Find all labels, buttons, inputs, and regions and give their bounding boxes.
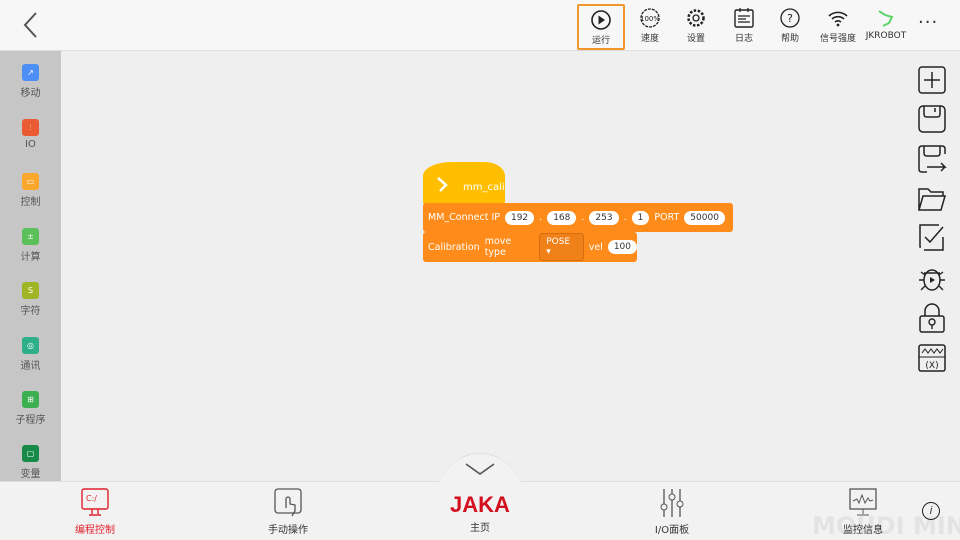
category-move[interactable]: ↗ 移动 <box>0 64 61 99</box>
category-io[interactable]: ⫶ IO <box>0 119 61 150</box>
category-subprogram[interactable]: ⊞ 子程序 <box>0 391 61 426</box>
mm-connect-block[interactable]: MM_Connect IP 192. 168. 253. 1 PORT 5000… <box>423 203 733 232</box>
collapse-tab[interactable] <box>438 453 522 495</box>
top-toolbar: 运行 100% 速度 设置 日志 ? 帮助 信号强度 JKROBOT ··· <box>0 0 960 51</box>
save-as-icon[interactable] <box>917 144 947 174</box>
loop-icon: ▭ <box>22 173 39 190</box>
info-button[interactable]: i <box>922 502 940 520</box>
check-icon[interactable] <box>917 223 947 253</box>
block-category-sidebar: ↗ 移动 ⫶ IO ▭ 控制 ± 计算 S 字符 ◎ 通讯 ⊞ 子程序 ▢ 变量 <box>0 51 61 481</box>
log-icon <box>734 8 754 28</box>
sliders-icon: ⫶ <box>22 119 39 136</box>
help-icon: ? <box>780 8 800 28</box>
calculator-icon: ± <box>22 228 39 245</box>
add-icon[interactable] <box>917 65 947 95</box>
category-control[interactable]: ▭ 控制 <box>0 173 61 208</box>
more-menu-button[interactable]: ··· <box>918 12 938 33</box>
hat-block[interactable]: mm_cali <box>423 162 505 205</box>
category-communication[interactable]: ◎ 通讯 <box>0 337 61 372</box>
port-input[interactable]: 50000 <box>684 210 725 225</box>
variable-monitor-icon[interactable]: (X) <box>917 343 947 373</box>
io-sliders-icon <box>660 489 684 517</box>
save-icon[interactable] <box>917 104 947 134</box>
nav-io-panel[interactable]: I/O面板 <box>617 488 727 536</box>
move-icon: ↗ <box>22 64 39 81</box>
ip-octet-1[interactable]: 192 <box>504 210 535 225</box>
nav-home[interactable]: JAKA 主页 <box>425 492 535 534</box>
chevron-down-icon <box>465 463 495 475</box>
calibration-block[interactable]: Calibration move type POSE ▾ vel 100 <box>423 232 637 262</box>
category-string[interactable]: S 字符 <box>0 282 61 317</box>
move-type-dropdown[interactable]: POSE ▾ <box>539 233 584 261</box>
computer-screen-icon: C:/ <box>81 488 109 516</box>
speed-button[interactable]: 100% 速度 <box>626 4 674 50</box>
run-button[interactable]: 运行 <box>577 4 625 50</box>
svg-text:C:/: C:/ <box>86 494 97 503</box>
ip-octet-4[interactable]: 1 <box>631 210 650 225</box>
nav-programming[interactable]: C:/编程控制 <box>40 488 150 536</box>
help-button[interactable]: ? 帮助 <box>766 4 814 50</box>
play-icon <box>591 10 611 30</box>
settings-button[interactable]: 设置 <box>672 4 720 50</box>
globe-icon: ◎ <box>22 337 39 354</box>
svg-text:?: ? <box>787 12 793 25</box>
gear-icon <box>687 9 705 27</box>
speed-icon: 100% <box>640 8 660 28</box>
wifi-icon <box>828 11 848 27</box>
category-variable[interactable]: ▢ 变量 <box>0 445 61 480</box>
svg-text:(X): (X) <box>925 361 938 371</box>
open-folder-icon[interactable] <box>917 184 947 214</box>
nav-manual-operation[interactable]: 手动操作 <box>233 488 343 536</box>
robot-button[interactable]: JKROBOT <box>862 4 910 50</box>
variable-icon: ▢ <box>22 445 39 462</box>
svg-text:100%: 100% <box>640 15 660 23</box>
jaka-logo: JAKA <box>450 492 510 517</box>
ip-octet-2[interactable]: 168 <box>547 210 577 225</box>
debug-icon[interactable] <box>917 263 947 293</box>
ip-octet-3[interactable]: 253 <box>589 210 619 225</box>
string-icon: S <box>22 282 39 299</box>
robot-arm-icon <box>878 10 894 27</box>
grid-icon: ⊞ <box>22 391 39 408</box>
category-calculate[interactable]: ± 计算 <box>0 228 61 263</box>
back-chevron-icon[interactable] <box>18 10 46 40</box>
vel-input[interactable]: 100 <box>607 240 637 254</box>
unlock-icon[interactable] <box>917 303 947 333</box>
signal-strength-button[interactable]: 信号强度 <box>813 4 863 50</box>
robot-arm-icon <box>437 177 448 192</box>
log-button[interactable]: 日志 <box>720 4 768 50</box>
touch-hand-icon <box>274 488 302 517</box>
